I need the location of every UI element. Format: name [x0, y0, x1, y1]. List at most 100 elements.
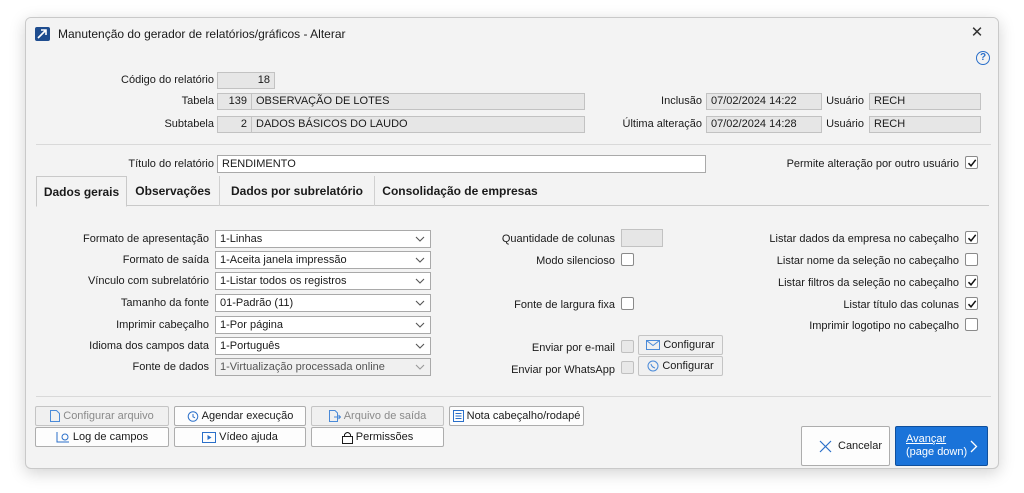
app-icon — [35, 27, 50, 41]
cancel-button[interactable]: Cancelar — [801, 426, 890, 466]
arquivo-saida-button: Arquivo de saída — [311, 406, 444, 426]
formato-saida-select[interactable]: 1-Aceita janela impressão — [215, 251, 431, 269]
vinculo-value: 1-Listar todos os registros — [220, 275, 347, 287]
tab-observacoes[interactable]: Observações — [127, 176, 220, 206]
imprimir-cabecalho-label: Imprimir cabeçalho — [116, 319, 209, 331]
divider — [36, 144, 991, 145]
chevron-down-icon — [415, 300, 425, 306]
whatsapp-icon — [647, 360, 659, 372]
chevron-down-icon — [415, 364, 425, 370]
email-label: Enviar por e-mail — [531, 342, 615, 354]
mail-icon — [646, 340, 661, 351]
inclusao-label: Inclusão — [661, 95, 702, 107]
inclusao-field: 07/02/2024 14:22 — [706, 93, 822, 110]
formato-saida-value: 1-Aceita janela impressão — [220, 254, 347, 266]
tab-consolidacao[interactable]: Consolidação de empresas — [375, 176, 545, 206]
fonte-dados-label: Fonte de dados — [132, 361, 209, 373]
listar-nome-selecao-label: Listar nome da seleção no cabeçalho — [776, 255, 959, 267]
chevron-down-icon — [415, 278, 425, 284]
usuario-label: Usuário — [826, 118, 864, 130]
video-ajuda-button[interactable]: Vídeo ajuda — [174, 427, 306, 447]
log-icon — [56, 432, 69, 443]
log-campos-label: Log de campos — [72, 431, 149, 443]
file-icon — [50, 410, 61, 423]
vinculo-select[interactable]: 1-Listar todos os registros — [215, 272, 431, 290]
subtabela-label: Subtabela — [164, 118, 214, 130]
fonte-fixa-label: Fonte de largura fixa — [514, 299, 615, 311]
whatsapp-label: Enviar por WhatsApp — [511, 364, 615, 376]
alarm-clock-icon — [187, 411, 198, 422]
formato-apresentacao-value: 1-Linhas — [220, 233, 263, 245]
cancel-label: Cancelar — [838, 440, 883, 452]
log-campos-button[interactable]: Log de campos — [35, 427, 169, 447]
listar-filtros-checkbox[interactable] — [965, 275, 978, 288]
tab-dados-gerais[interactable]: Dados gerais — [36, 176, 127, 207]
agendar-execucao-button[interactable]: Agendar execução — [174, 406, 306, 426]
subtabela-name-field: DADOS BÁSICOS DO LAUDO — [251, 116, 585, 133]
configurar-whatsapp-button: Configurar — [638, 356, 723, 376]
imprimir-logotipo-label: Imprimir logotipo no cabeçalho — [809, 320, 959, 332]
title-bar: Manutenção do gerador de relatórios/gráf… — [26, 18, 998, 48]
file-export-icon — [328, 410, 341, 423]
permissoes-label: Permissões — [355, 431, 414, 443]
formato-apresentacao-label: Formato de apresentação — [83, 233, 209, 245]
fonte-dados-select: 1-Virtualização processada online — [215, 358, 431, 376]
ultima-alteracao-field: 07/02/2024 14:28 — [706, 116, 822, 133]
listar-titulo-colunas-checkbox[interactable] — [965, 297, 978, 310]
configurar-arquivo-label: Configurar arquivo — [63, 410, 154, 422]
usuario-alteracao-field: RECH — [869, 116, 981, 133]
nota-cabecalho-label: Nota cabeçalho/rodapé — [466, 410, 581, 422]
tab-dados-subrelatorio[interactable]: Dados por subrelatório — [220, 176, 375, 206]
chevron-down-icon — [415, 236, 425, 242]
listar-titulo-colunas-label: Listar título das colunas — [843, 299, 959, 311]
fonte-fixa-checkbox[interactable] — [621, 297, 634, 310]
lock-icon — [341, 431, 353, 444]
close-icon[interactable]: ✕ — [966, 23, 988, 43]
document-icon — [452, 410, 464, 423]
next-sublabel: (page down) — [906, 446, 968, 458]
tamanho-fonte-select[interactable]: 01-Padrão (11) — [215, 294, 431, 312]
fonte-dados-value: 1-Virtualização processada online — [220, 361, 385, 373]
idioma-select[interactable]: 1-Português — [215, 337, 431, 355]
configurar-whatsapp-label: Configurar — [662, 360, 714, 372]
video-ajuda-label: Vídeo ajuda — [219, 431, 278, 443]
tamanho-fonte-label: Tamanho da fonte — [120, 297, 209, 309]
formato-saida-label: Formato de saída — [122, 254, 209, 266]
usuario-label: Usuário — [826, 95, 864, 107]
modo-silencioso-label: Modo silencioso — [536, 255, 615, 267]
agendar-execucao-label: Agendar execução — [201, 410, 294, 422]
nota-cabecalho-button[interactable]: Nota cabeçalho/rodapé — [449, 406, 584, 426]
listar-empresa-label: Listar dados da empresa no cabeçalho — [769, 233, 959, 245]
ultima-alteracao-label: Última alteração — [622, 118, 702, 130]
listar-empresa-checkbox[interactable] — [965, 231, 978, 244]
next-label: Avançar — [906, 433, 947, 445]
imprimir-cabecalho-value: 1-Por página — [220, 319, 283, 331]
tamanho-fonte-value: 01-Padrão (11) — [220, 297, 294, 309]
titulo-input[interactable]: RENDIMENTO — [217, 155, 706, 173]
next-button[interactable]: Avançar (page down) — [895, 426, 988, 466]
permissoes-button[interactable]: Permissões — [311, 427, 444, 447]
vinculo-label: Vínculo com subrelatório — [87, 275, 209, 287]
dialog-window: Manutenção do gerador de relatórios/gráf… — [25, 17, 999, 469]
titulo-label: Título do relatório — [128, 158, 214, 170]
chevron-down-icon — [415, 322, 425, 328]
imprimir-cabecalho-select[interactable]: 1-Por página — [215, 316, 431, 334]
modo-silencioso-checkbox[interactable] — [621, 253, 634, 266]
tabela-num-field: 139 — [217, 93, 252, 110]
subtabela-num-field: 2 — [217, 116, 252, 133]
permite-checkbox[interactable] — [965, 156, 978, 169]
tabela-label: Tabela — [181, 95, 214, 107]
configurar-arquivo-button: Configurar arquivo — [35, 406, 169, 426]
arquivo-saida-label: Arquivo de saída — [343, 410, 427, 422]
chevron-down-icon — [415, 257, 425, 263]
usuario-inclusao-field: RECH — [869, 93, 981, 110]
formato-apresentacao-select[interactable]: 1-Linhas — [215, 230, 431, 248]
chevron-down-icon — [415, 343, 425, 349]
video-icon — [202, 432, 217, 444]
codigo-field: 18 — [217, 72, 275, 89]
tabela-name-field: OBSERVAÇÃO DE LOTES — [251, 93, 585, 110]
imprimir-logotipo-checkbox[interactable] — [965, 318, 978, 331]
listar-nome-selecao-checkbox[interactable] — [965, 253, 978, 266]
help-icon[interactable]: ? — [976, 51, 990, 65]
configurar-email-button: Configurar — [638, 335, 723, 355]
